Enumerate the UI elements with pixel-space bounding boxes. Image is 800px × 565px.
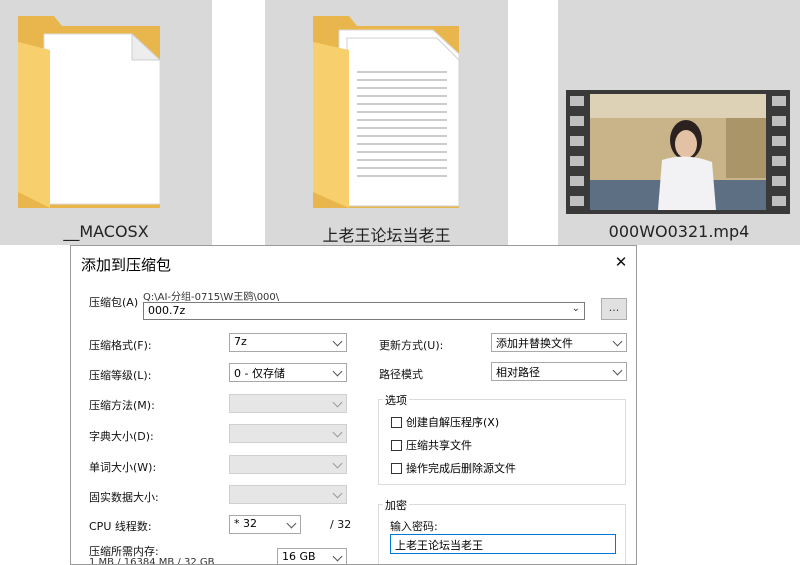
word-size-label: 单词大小(W):: [89, 461, 157, 474]
cpu-threads-value: * 32: [234, 517, 257, 530]
archive-label: 压缩包(A): [89, 296, 139, 309]
chevron-down-icon: [612, 336, 623, 347]
chevron-down-icon: [332, 427, 343, 438]
file-tile-video[interactable]: 000WO0321.mp4: [558, 0, 800, 245]
format-select[interactable]: 7z: [229, 333, 347, 352]
method-select: [229, 394, 347, 413]
level-label: 压缩等级(L):: [89, 369, 152, 382]
chevron-down-icon: [286, 518, 297, 529]
browse-button[interactable]: ...: [601, 298, 627, 320]
file-tile-macosx[interactable]: __MACOSX: [0, 0, 212, 245]
compress-shared-label: 压缩共享文件: [406, 439, 472, 452]
memory-detail: 1 MB / 16384 MB / 32 GB: [89, 557, 215, 565]
path-mode-value: 相对路径: [496, 366, 540, 379]
archive-name-input[interactable]: 000.7z ⌄: [143, 302, 585, 320]
chevron-down-icon: [612, 365, 623, 376]
solid-block-select: [229, 485, 347, 504]
checkbox-icon[interactable]: [391, 417, 402, 428]
add-to-archive-dialog: 添加到压缩包 ✕ 压缩包(A) Q:\AI-分组-0715\W王鸥\000\ 0…: [70, 245, 637, 565]
video-thumbnail-icon: [566, 90, 790, 214]
close-icon[interactable]: ✕: [609, 250, 633, 274]
delete-after-label: 操作完成后删除源文件: [406, 462, 516, 475]
file-name: 000WO0321.mp4: [608, 222, 750, 241]
chevron-down-icon[interactable]: ⌄: [572, 303, 580, 314]
folder-icon: [18, 16, 162, 208]
path-mode-label: 路径模式: [379, 368, 423, 381]
chevron-down-icon: [332, 336, 343, 347]
method-label: 压缩方法(M):: [89, 399, 155, 412]
create-sfx-checkbox[interactable]: 创建自解压程序(X): [391, 414, 499, 430]
update-mode-select[interactable]: 添加并替换文件: [491, 333, 627, 352]
checkbox-icon[interactable]: [391, 463, 402, 474]
dictionary-size-label: 字典大小(D):: [89, 430, 154, 443]
level-value: 0 - 仅存储: [234, 367, 285, 380]
archive-name-value: 000.7z: [148, 304, 186, 317]
format-value: 7z: [234, 335, 247, 348]
chevron-down-icon: [332, 397, 343, 408]
options-group-title: 选项: [383, 392, 409, 408]
memory-value: 16 GB: [282, 550, 316, 563]
update-mode-label: 更新方式(U):: [379, 339, 444, 352]
file-name: 上老王论坛当老王: [322, 226, 451, 245]
encryption-group-title: 加密: [383, 497, 409, 513]
compress-shared-checkbox[interactable]: 压缩共享文件: [391, 437, 472, 453]
chevron-down-icon: [332, 458, 343, 469]
create-sfx-label: 创建自解压程序(X): [406, 416, 500, 429]
level-select[interactable]: 0 - 仅存储: [229, 363, 347, 382]
solid-block-label: 固实数据大小:: [89, 491, 159, 504]
password-label: 输入密码:: [390, 520, 438, 533]
file-tile-folder[interactable]: 上老王论坛当老王: [265, 0, 508, 245]
dialog-title: 添加到压缩包: [81, 256, 172, 274]
delete-after-checkbox[interactable]: 操作完成后删除源文件: [391, 460, 516, 476]
cpu-threads-label: CPU 线程数:: [89, 520, 152, 533]
archive-path: Q:\AI-分组-0715\W王鸥\000\: [143, 292, 280, 303]
word-size-select: [229, 455, 347, 474]
password-input[interactable]: 上老王论坛当老王: [390, 534, 616, 554]
dictionary-size-select: [229, 424, 347, 443]
memory-select[interactable]: 16 GB: [277, 548, 347, 564]
update-mode-value: 添加并替换文件: [496, 337, 573, 350]
cpu-threads-max: / 32: [330, 518, 352, 531]
chevron-down-icon: [332, 551, 343, 562]
cpu-threads-select[interactable]: * 32: [229, 515, 301, 534]
folder-icon: [313, 16, 460, 208]
file-name: __MACOSX: [63, 222, 149, 241]
checkbox-icon[interactable]: [391, 440, 402, 451]
format-label: 压缩格式(F):: [89, 339, 152, 352]
chevron-down-icon: [332, 488, 343, 499]
path-mode-select[interactable]: 相对路径: [491, 362, 627, 381]
chevron-down-icon: [332, 366, 343, 377]
